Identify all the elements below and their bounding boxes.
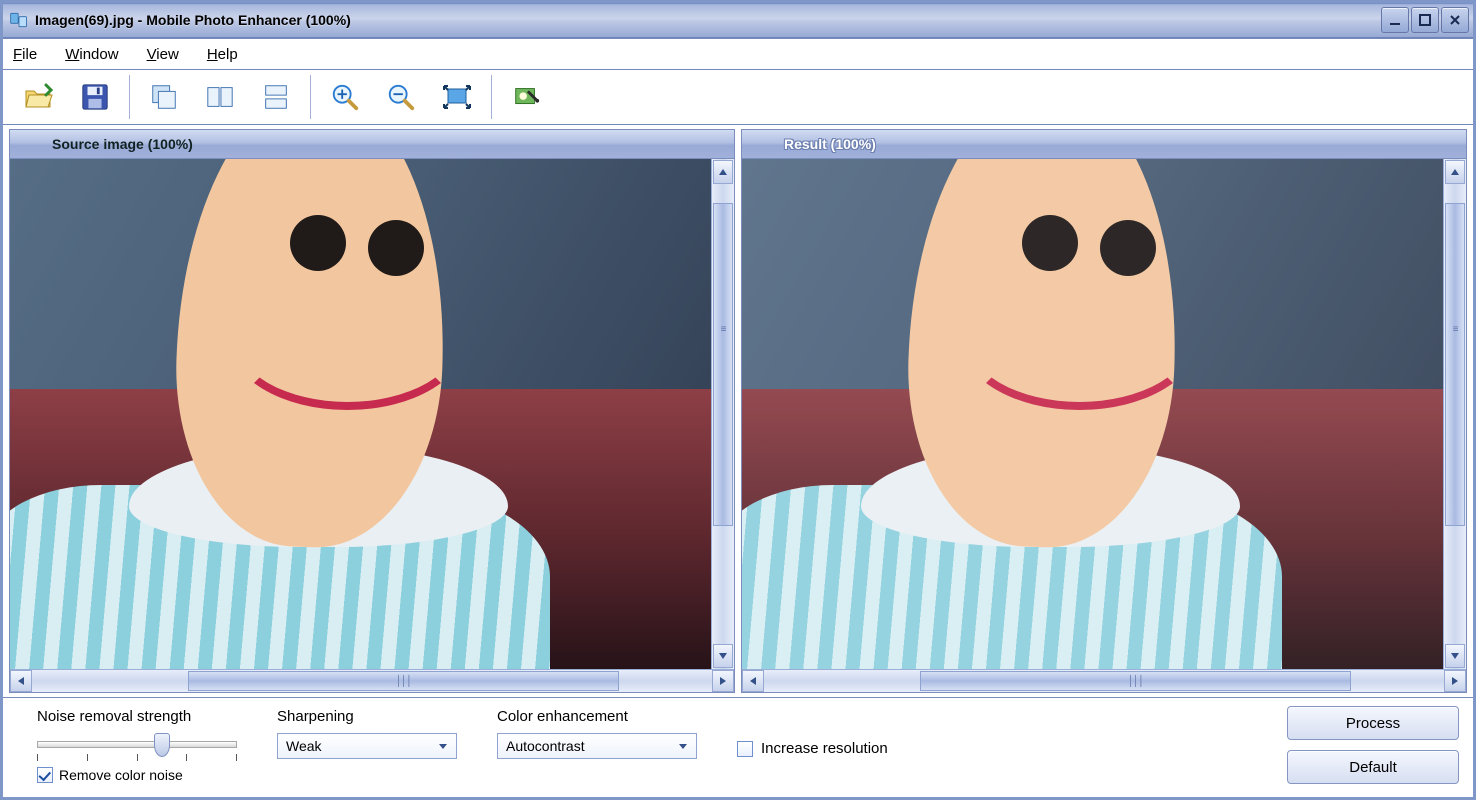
scroll-thumb[interactable]: ≡: [713, 203, 733, 526]
scroll-down-arrow-icon[interactable]: [713, 644, 733, 668]
source-vertical-scrollbar[interactable]: ≡: [711, 159, 734, 669]
app-icon: [9, 10, 29, 30]
folder-open-icon: [23, 81, 55, 113]
action-buttons: Process Default: [1287, 706, 1459, 784]
menu-help[interactable]: Help: [207, 46, 238, 63]
windows-cascade-icon: [149, 82, 179, 112]
title-bar[interactable]: Imagen(69).jpg - Mobile Photo Enhancer (…: [3, 3, 1473, 38]
color-enhancement-label: Color enhancement: [497, 708, 697, 725]
application-window: Imagen(69).jpg - Mobile Photo Enhancer (…: [0, 0, 1476, 800]
noise-removal-slider[interactable]: [37, 733, 237, 759]
dropdown-caret-icon: [674, 734, 692, 758]
result-image-viewport[interactable]: [742, 159, 1443, 669]
fit-to-window-button[interactable]: [433, 74, 481, 120]
zoom-in-button[interactable]: [321, 74, 369, 120]
result-panel-title: Result (100%): [784, 136, 876, 152]
color-enhancement-group: Color enhancement Autocontrast: [497, 708, 697, 759]
view-side-by-side-button[interactable]: [196, 74, 244, 120]
result-panel-header[interactable]: Result (100%): [742, 130, 1466, 159]
increase-resolution-label: Increase resolution: [761, 740, 888, 757]
source-panel-header[interactable]: Source image (100%): [10, 130, 734, 159]
scroll-track[interactable]: │││: [764, 670, 1444, 692]
menu-bar: File Window View Help: [3, 38, 1473, 70]
sharpening-select[interactable]: Weak: [277, 733, 457, 759]
slider-rail: [37, 741, 237, 748]
source-panel: Source image (100%) ≡: [9, 129, 735, 693]
scroll-track[interactable]: ≡: [1444, 185, 1466, 643]
sharpening-group: Sharpening Weak: [277, 708, 457, 759]
scroll-left-arrow-icon[interactable]: [742, 670, 764, 692]
scroll-thumb[interactable]: │││: [920, 671, 1350, 691]
view-stacked-button[interactable]: [252, 74, 300, 120]
toolbar-separator: [129, 75, 130, 119]
result-panel: Result (100%) ≡: [741, 129, 1467, 693]
remove-color-noise-checkbox[interactable]: Remove color noise: [37, 767, 237, 783]
view-cascade-button[interactable]: [140, 74, 188, 120]
save-icon: [80, 82, 110, 112]
toolbar: [3, 70, 1473, 125]
source-horizontal-scrollbar[interactable]: │││: [10, 669, 734, 692]
menu-window[interactable]: Window: [65, 46, 118, 63]
magic-wand-icon: [511, 82, 541, 112]
fit-screen-icon: [441, 81, 473, 113]
slider-ticks: [37, 754, 237, 762]
toolbar-separator: [310, 75, 311, 119]
scroll-track[interactable]: │││: [32, 670, 712, 692]
dropdown-caret-icon: [434, 734, 452, 758]
sharpening-value: Weak: [286, 738, 322, 754]
source-panel-title: Source image (100%): [52, 136, 193, 152]
open-button[interactable]: [15, 74, 63, 120]
noise-removal-group: Noise removal strength Remove color nois…: [37, 708, 237, 783]
workspace: Source image (100%) ≡: [3, 125, 1473, 697]
default-button[interactable]: Default: [1287, 750, 1459, 784]
result-vertical-scrollbar[interactable]: ≡: [1443, 159, 1466, 669]
default-button-label: Default: [1349, 759, 1397, 776]
toolbar-separator: [491, 75, 492, 119]
menu-view[interactable]: View: [147, 46, 179, 63]
scroll-down-arrow-icon[interactable]: [1445, 644, 1465, 668]
scroll-track[interactable]: ≡: [712, 185, 734, 643]
zoom-out-icon: [386, 82, 416, 112]
remove-color-noise-label: Remove color noise: [59, 767, 183, 783]
enhance-button[interactable]: [502, 74, 550, 120]
menu-file[interactable]: File: [13, 46, 37, 63]
noise-removal-label: Noise removal strength: [37, 708, 237, 725]
result-panel-body: ≡: [742, 159, 1466, 669]
scroll-up-arrow-icon[interactable]: [713, 160, 733, 184]
maximize-button[interactable]: [1411, 7, 1439, 33]
scroll-right-arrow-icon[interactable]: [712, 670, 734, 692]
controls-bar: Noise removal strength Remove color nois…: [3, 697, 1473, 797]
result-horizontal-scrollbar[interactable]: │││: [742, 669, 1466, 692]
scroll-right-arrow-icon[interactable]: [1444, 670, 1466, 692]
source-panel-body: ≡: [10, 159, 734, 669]
source-image-viewport[interactable]: [10, 159, 711, 669]
window-title: Imagen(69).jpg - Mobile Photo Enhancer (…: [35, 12, 351, 28]
color-enhancement-select[interactable]: Autocontrast: [497, 733, 697, 759]
checkbox-icon: [737, 741, 753, 757]
scroll-thumb[interactable]: ≡: [1445, 203, 1465, 526]
process-button[interactable]: Process: [1287, 706, 1459, 740]
sharpening-label: Sharpening: [277, 708, 457, 725]
save-button[interactable]: [71, 74, 119, 120]
split-vertical-icon: [205, 82, 235, 112]
minimize-button[interactable]: [1381, 7, 1409, 33]
split-horizontal-icon: [261, 82, 291, 112]
checkbox-icon: [37, 767, 53, 783]
zoom-in-icon: [330, 82, 360, 112]
window-controls: [1381, 7, 1469, 33]
scroll-left-arrow-icon[interactable]: [10, 670, 32, 692]
zoom-out-button[interactable]: [377, 74, 425, 120]
color-enhancement-value: Autocontrast: [506, 738, 585, 754]
scroll-thumb[interactable]: │││: [188, 671, 618, 691]
process-button-label: Process: [1346, 715, 1400, 732]
scroll-up-arrow-icon[interactable]: [1445, 160, 1465, 184]
close-button[interactable]: [1441, 7, 1469, 33]
increase-resolution-checkbox[interactable]: Increase resolution: [737, 740, 888, 757]
